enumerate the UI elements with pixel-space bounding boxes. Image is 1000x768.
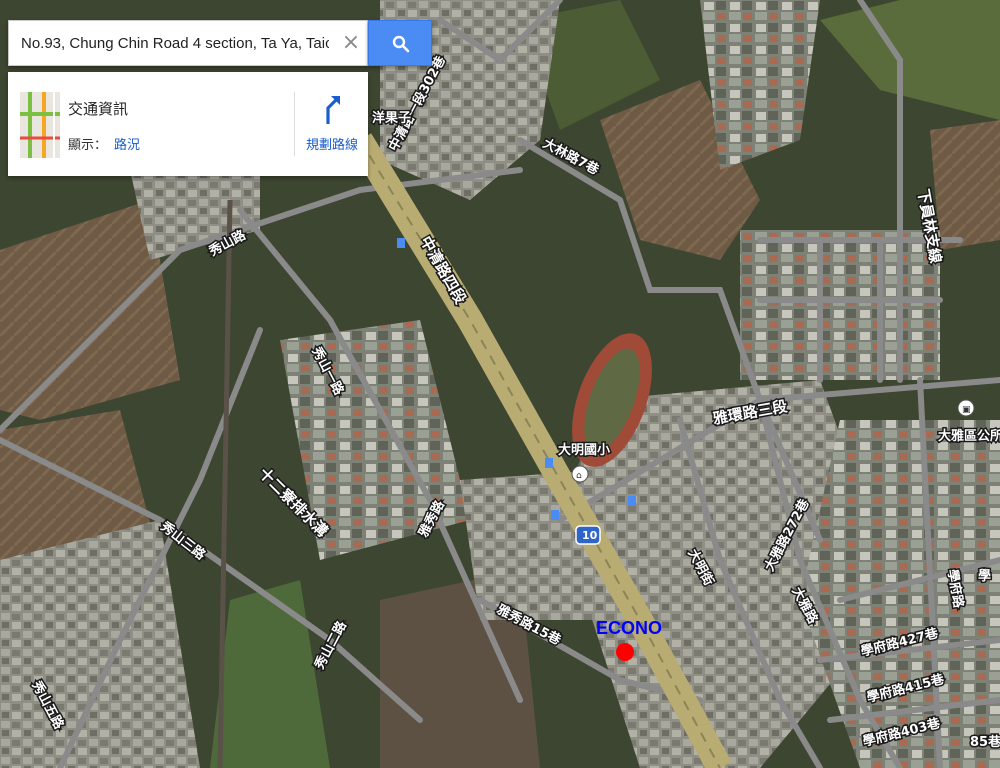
directions-button[interactable]: 規劃路線 xyxy=(298,90,366,160)
bus-stop-icon xyxy=(551,510,559,520)
directions-icon xyxy=(326,96,340,124)
traffic-info-card: 交通資訊 顯示： 路況 規劃路線 xyxy=(8,72,368,176)
road-label: 學 xyxy=(978,568,991,584)
poi-label: 洋果子 xyxy=(372,110,411,126)
bus-stop-icon xyxy=(545,458,553,468)
directions-label: 規劃路線 xyxy=(305,138,358,153)
bus-stop-icon xyxy=(397,238,405,248)
search-box: × xyxy=(8,20,368,66)
poi-label: 大雅區公所 xyxy=(938,428,1000,444)
traffic-card-title: 交通資訊 xyxy=(68,100,129,118)
search-input[interactable] xyxy=(9,21,329,65)
search-icon xyxy=(392,35,410,53)
search-button[interactable] xyxy=(368,20,432,66)
marker-dot xyxy=(616,643,634,661)
farmland xyxy=(930,120,1000,250)
school-icon-glyph: ⌂ xyxy=(576,471,582,481)
built-up-area xyxy=(740,230,940,380)
svg-text:10: 10 xyxy=(582,529,598,542)
clear-search-button[interactable]: × xyxy=(339,31,363,55)
divider xyxy=(294,92,295,156)
traffic-conditions-link[interactable]: 路況 xyxy=(114,134,140,153)
government-icon-glyph: ▣ xyxy=(962,405,971,415)
marker-label: ECONO xyxy=(596,618,662,638)
show-label: 顯示： xyxy=(68,138,108,153)
route-shield: 10 xyxy=(575,525,601,545)
traffic-thumbnail-icon[interactable] xyxy=(20,92,60,158)
bus-stop-icon xyxy=(628,496,636,506)
road-label: 85巷 xyxy=(970,734,1000,750)
poi-label: 大明國小 xyxy=(558,442,610,458)
